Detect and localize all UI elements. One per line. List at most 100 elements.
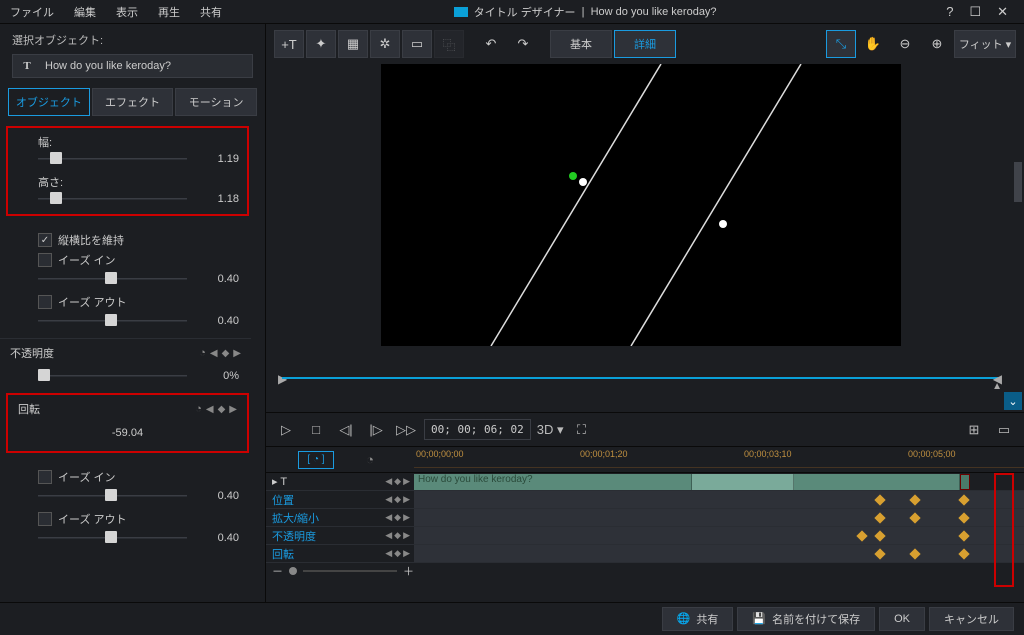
- play-button[interactable]: ▷: [274, 418, 298, 442]
- checkbox-icon: [38, 295, 52, 309]
- menu-view[interactable]: 表示: [106, 0, 148, 24]
- basic-mode-button[interactable]: 基本: [550, 30, 612, 58]
- close-button[interactable]: ✕: [989, 2, 1016, 22]
- window-title: タイトル デザイナー | How do you like keroday?: [232, 4, 938, 20]
- maximize-button[interactable]: ☐: [961, 2, 989, 22]
- menu-edit[interactable]: 編集: [64, 0, 106, 24]
- text-object-icon: T: [13, 60, 41, 72]
- collapse-button[interactable]: ⌄: [1004, 392, 1022, 410]
- track-position[interactable]: [414, 491, 1024, 509]
- rotation-value[interactable]: -59.04: [8, 427, 247, 439]
- zoom-out-button[interactable]: ⊖: [890, 30, 920, 58]
- preview-scrollbar[interactable]: [1012, 64, 1024, 392]
- preview-seekbar[interactable]: ▶◀▲: [282, 370, 998, 386]
- width-slider[interactable]: [38, 152, 187, 166]
- width-label: 幅:: [38, 134, 239, 150]
- group-button[interactable]: ⿻: [434, 30, 464, 58]
- 3d-toggle[interactable]: 3D ▾: [537, 418, 564, 442]
- height-label: 高さ:: [38, 174, 239, 190]
- rotation-section: 回転 ◔ ◀ ◆ ▶ -59.04: [6, 393, 249, 453]
- add-backdrop-button[interactable]: ▭: [402, 30, 432, 58]
- easeout-slider[interactable]: [38, 314, 187, 328]
- prev-keyframe[interactable]: ◀: [206, 404, 214, 415]
- easein2-checkbox[interactable]: イーズ イン: [38, 469, 239, 485]
- next-frame-button[interactable]: |▷: [364, 418, 388, 442]
- advanced-mode-button[interactable]: 詳細: [614, 30, 676, 58]
- easeout2-slider[interactable]: [38, 531, 187, 545]
- help-button[interactable]: ?: [938, 2, 961, 22]
- easein-slider[interactable]: [38, 272, 187, 286]
- timeline-highlight: [994, 473, 1014, 587]
- save-as-button[interactable]: 💾名前を付けて保存: [737, 607, 875, 631]
- zoom-in-button[interactable]: ⊕: [922, 30, 952, 58]
- fit-dropdown[interactable]: フィット ▾: [954, 30, 1016, 58]
- timecode-display[interactable]: 00; 00; 06; 02: [424, 419, 531, 440]
- track-scale[interactable]: [414, 509, 1024, 527]
- width-value[interactable]: 1.19: [195, 153, 239, 165]
- keep-ratio-checkbox[interactable]: 縦横比を維持: [38, 232, 239, 248]
- tab-effect[interactable]: エフェクト: [92, 88, 174, 116]
- globe-icon: 🌐: [677, 612, 691, 625]
- timeline-clip-track[interactable]: How do you like keroday?: [414, 473, 1024, 491]
- pan-tool[interactable]: ✋: [858, 30, 888, 58]
- undo-button[interactable]: ↶: [476, 30, 506, 58]
- opacity-value[interactable]: 0%: [195, 370, 239, 382]
- add-text-button[interactable]: +T: [274, 30, 304, 58]
- prev-keyframe[interactable]: ◀: [210, 348, 218, 359]
- stop-button[interactable]: □: [304, 418, 328, 442]
- checkbox-icon: [38, 512, 52, 526]
- menu-play[interactable]: 再生: [148, 0, 190, 24]
- easeout2-checkbox[interactable]: イーズ アウト: [38, 511, 239, 527]
- stopwatch-icon[interactable]: ◔: [195, 403, 202, 415]
- timeline-opacity-row[interactable]: 不透明度 ◀◆▶: [266, 527, 414, 545]
- fast-forward-button[interactable]: ▷▷: [394, 418, 418, 442]
- easein-checkbox[interactable]: イーズ イン: [38, 252, 239, 268]
- add-shape-button[interactable]: ✲: [370, 30, 400, 58]
- next-keyframe[interactable]: ▶: [233, 348, 241, 359]
- selected-object-name: How do you like keroday?: [41, 60, 252, 72]
- stopwatch-icon[interactable]: ◔: [199, 347, 206, 359]
- opacity-header: 不透明度 ◔ ◀ ◆ ▶: [0, 338, 251, 367]
- menu-file[interactable]: ファイル: [0, 0, 64, 24]
- fullscreen-button[interactable]: ⛶: [569, 418, 593, 442]
- checkbox-icon: [38, 470, 52, 484]
- easein2-slider[interactable]: [38, 489, 187, 503]
- select-tool[interactable]: ⤡: [826, 30, 856, 58]
- cancel-button[interactable]: キャンセル: [929, 607, 1014, 631]
- add-keyframe[interactable]: ◆: [218, 404, 226, 415]
- selected-object-field[interactable]: T How do you like keroday?: [12, 54, 253, 78]
- tab-motion[interactable]: モーション: [175, 88, 257, 116]
- share-button[interactable]: 🌐共有: [662, 607, 734, 631]
- track-opacity[interactable]: [414, 527, 1024, 545]
- height-slider[interactable]: [38, 192, 187, 206]
- add-image-button[interactable]: ▦: [338, 30, 368, 58]
- timeline-zoom[interactable]: －＋: [266, 563, 414, 579]
- easeout-checkbox[interactable]: イーズ アウト: [38, 294, 239, 310]
- redo-button[interactable]: ↷: [508, 30, 538, 58]
- timeline-mode-clock[interactable]: ◔: [358, 448, 382, 472]
- opacity-slider[interactable]: [38, 369, 187, 383]
- timeline-position-row[interactable]: 位置 ◀◆▶: [266, 491, 414, 509]
- add-particle-button[interactable]: ✦: [306, 30, 336, 58]
- height-value[interactable]: 1.18: [195, 193, 239, 205]
- tab-object[interactable]: オブジェクト: [8, 88, 90, 116]
- selected-object-heading: 選択オブジェクト:: [12, 32, 253, 48]
- menu-share[interactable]: 共有: [190, 0, 232, 24]
- timeline-scale-row[interactable]: 拡大/縮小 ◀◆▶: [266, 509, 414, 527]
- timeline-ruler[interactable]: 00;00;00;00 00;00;01;20 00;00;03;10 00;0…: [414, 447, 1024, 473]
- app-icon: [454, 7, 468, 17]
- timeline-rotation-row[interactable]: 回転 ◀◆▶: [266, 545, 414, 563]
- preview-canvas[interactable]: [381, 64, 901, 346]
- ok-button[interactable]: OK: [879, 607, 925, 631]
- add-keyframe[interactable]: ◆: [222, 348, 230, 359]
- grid-button[interactable]: ⊞: [962, 418, 986, 442]
- prev-frame-button[interactable]: ◁|: [334, 418, 358, 442]
- timeline-mode-keyframe[interactable]: [ ◔ ]: [298, 451, 334, 469]
- track-rotation[interactable]: [414, 545, 1024, 563]
- next-keyframe[interactable]: ▶: [229, 404, 237, 415]
- safe-area-button[interactable]: ▭: [992, 418, 1016, 442]
- timeline-text-row[interactable]: ▸ T ◀◆▶: [266, 473, 414, 491]
- save-icon: 💾: [752, 612, 766, 625]
- size-section: 幅: 1.19 高さ: 1.18: [6, 126, 249, 216]
- checkbox-icon: [38, 253, 52, 267]
